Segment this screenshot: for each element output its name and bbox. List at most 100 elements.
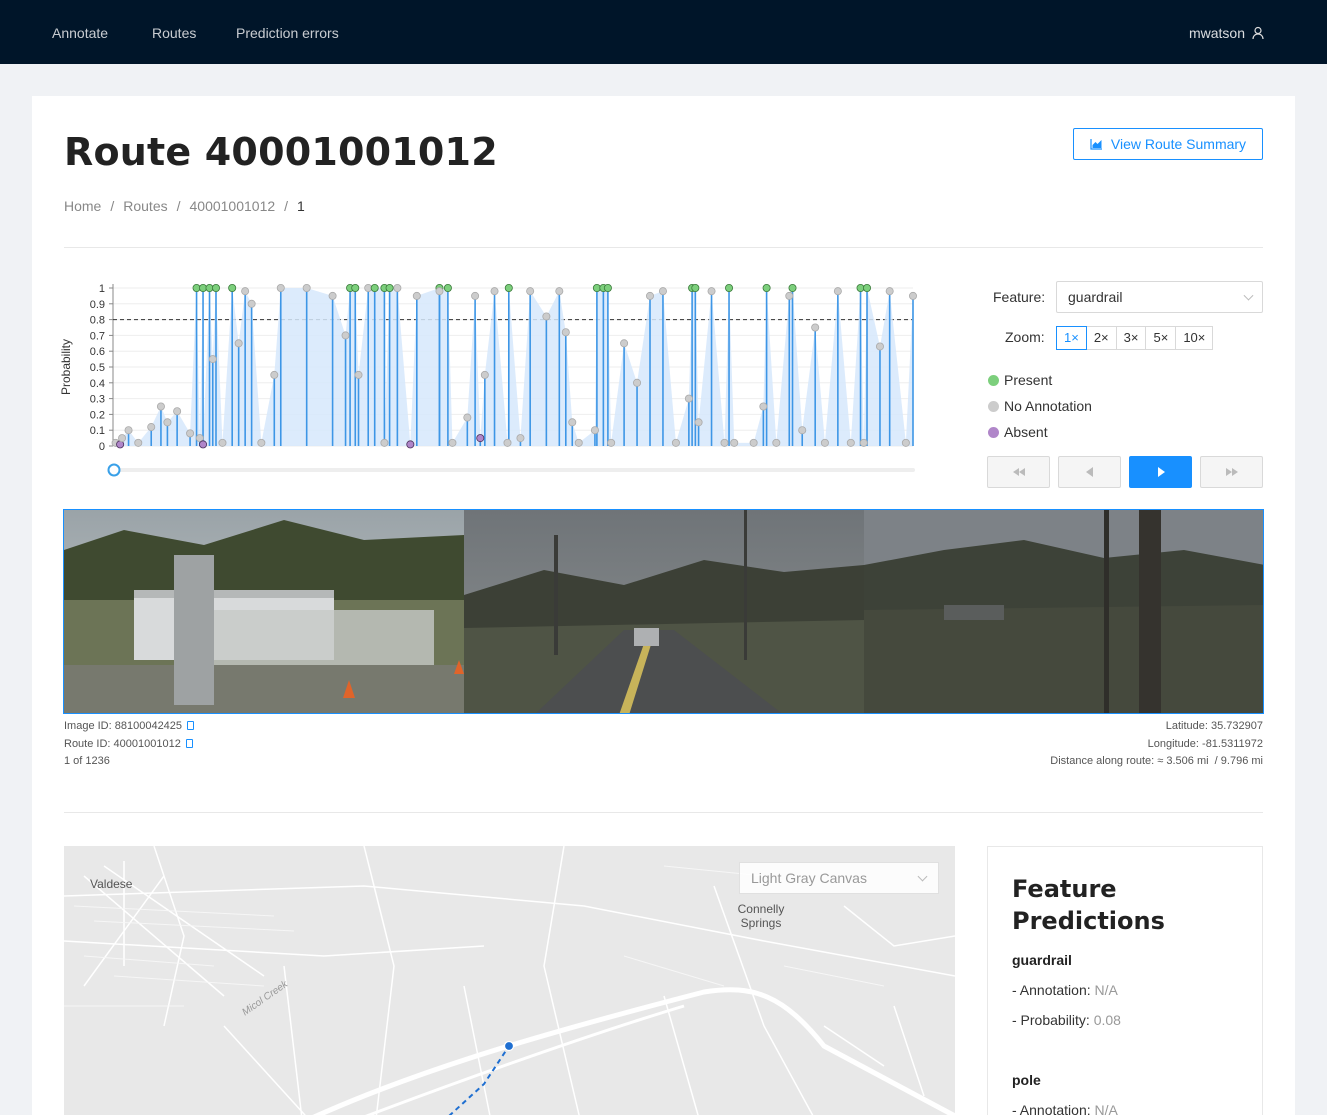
caret-right-icon: [1157, 467, 1165, 477]
data-point: [859, 438, 868, 447]
data-point: [247, 299, 256, 308]
probability-value: 0.08: [1093, 1012, 1121, 1028]
jump-back-button[interactable]: [987, 456, 1050, 488]
area-chart-icon: [1090, 139, 1102, 150]
data-point: [846, 438, 855, 447]
data-point: [228, 283, 237, 292]
legend-absent: Absent: [988, 424, 1048, 440]
data-point: [341, 331, 350, 340]
data-point: [380, 438, 389, 447]
zoom-10x-button[interactable]: 10×: [1175, 326, 1214, 350]
route-map[interactable]: Light Gray Canvas Valdese Connelly Sprin…: [64, 846, 955, 1115]
user-menu[interactable]: mwatson: [1189, 24, 1265, 42]
data-point: [725, 283, 734, 292]
previous-button[interactable]: [1058, 456, 1121, 488]
breadcrumb-home[interactable]: Home: [64, 197, 101, 215]
map-label-connelly-springs: Connelly Springs: [737, 902, 785, 930]
present-dot-icon: [988, 374, 999, 386]
longitude: Longitude: -81.5311972: [1147, 738, 1263, 750]
annotation-value: N/A: [1094, 1102, 1118, 1115]
panorama-image[interactable]: [63, 509, 1264, 714]
data-point: [156, 402, 165, 411]
feature-select-value: guardrail: [1068, 289, 1123, 305]
data-point: [370, 283, 379, 292]
data-point: [574, 438, 583, 447]
data-point: [234, 339, 243, 348]
data-point: [463, 413, 472, 422]
data-point: [211, 283, 220, 292]
image-id-text: Image ID: 88100042425: [64, 720, 183, 732]
legend-label: Present: [1004, 372, 1053, 388]
data-point: [476, 434, 485, 443]
legend-present: Present: [988, 372, 1052, 388]
data-point: [163, 418, 172, 427]
chevron-down-icon: [1243, 290, 1254, 301]
data-point: [124, 426, 133, 435]
fast-backward-icon: [1012, 468, 1025, 476]
street-view-panorama: [64, 510, 1263, 713]
data-point: [448, 438, 457, 447]
data-point: [684, 394, 693, 403]
annotation-label: - Annotation:: [1012, 1102, 1091, 1115]
data-point: [302, 283, 311, 292]
view-route-summary-button[interactable]: View Route Summary: [1073, 128, 1263, 160]
data-point: [863, 283, 872, 292]
data-point: [603, 283, 612, 292]
probability-chart[interactable]: 1 0.9 0.8 0.7 0.6 0.5 0.4 0.3 0.2 0.1 0 Probability: [58, 274, 958, 484]
data-point: [749, 438, 758, 447]
y-tick-label: 0.2: [90, 409, 105, 421]
zoom-5x-button[interactable]: 5×: [1145, 326, 1177, 350]
user-icon: [1252, 26, 1264, 40]
feature-select[interactable]: guardrail: [1056, 281, 1263, 313]
prediction-probability: - Probability: 0.08: [1012, 1012, 1121, 1028]
copy-icon[interactable]: [185, 739, 193, 748]
image-id: Image ID: 88100042425: [64, 720, 195, 733]
username: mwatson: [1188, 25, 1245, 41]
data-point: [875, 342, 884, 351]
latitude: Latitude: 35.732907: [1165, 720, 1263, 732]
play-button[interactable]: [1129, 456, 1192, 488]
breadcrumb-route[interactable]: 40001001012: [190, 197, 276, 215]
data-point: [503, 438, 512, 447]
data-point: [385, 283, 394, 292]
nav-prediction-errors[interactable]: Prediction errors: [236, 24, 339, 42]
basemap-select[interactable]: Light Gray Canvas: [739, 862, 939, 894]
data-point: [633, 378, 642, 387]
legend-label: No Annotation: [1004, 398, 1092, 414]
data-point: [393, 283, 402, 292]
y-tick-label: 0.3: [90, 394, 105, 406]
prediction-annotation: - Annotation: N/A: [1012, 982, 1118, 998]
zoom-1x-button[interactable]: 1×: [1056, 326, 1087, 350]
breadcrumb-routes[interactable]: Routes: [123, 197, 167, 215]
legend-no-annotation: No Annotation: [988, 398, 1092, 414]
legend-label: Absent: [1004, 424, 1048, 440]
nav-routes[interactable]: Routes: [152, 24, 196, 42]
data-point: [607, 438, 616, 447]
predictions-title: Feature Predictions: [1012, 875, 1165, 935]
data-point: [218, 438, 227, 447]
data-point: [435, 287, 444, 296]
y-tick-label: 0.9: [90, 299, 105, 311]
breadcrumb-separator: /: [176, 198, 181, 214]
copy-icon[interactable]: [187, 721, 195, 730]
prediction-feature-name: guardrail: [1012, 952, 1072, 968]
data-point: [730, 438, 739, 447]
jump-forward-button[interactable]: [1200, 456, 1263, 488]
data-point: [646, 291, 655, 300]
data-point: [351, 283, 360, 292]
data-point: [785, 291, 794, 300]
data-point: [412, 291, 421, 300]
position-slider-handle[interactable]: [107, 463, 121, 477]
data-point: [208, 355, 217, 364]
y-axis-label: Probability: [59, 339, 73, 395]
breadcrumb-current: 1: [297, 198, 305, 214]
top-navbar: Annotate Routes Prediction errors mwatso…: [0, 0, 1327, 64]
annotation-value: N/A: [1094, 982, 1118, 998]
data-point: [147, 423, 156, 432]
zoom-2x-button[interactable]: 2×: [1085, 326, 1117, 350]
breadcrumb: Home / Routes / 40001001012 / 1: [64, 197, 305, 215]
data-point: [707, 287, 716, 296]
y-tick-label: 0.4: [90, 378, 105, 390]
zoom-3x-button[interactable]: 3×: [1115, 326, 1147, 350]
nav-annotate[interactable]: Annotate: [52, 24, 108, 42]
